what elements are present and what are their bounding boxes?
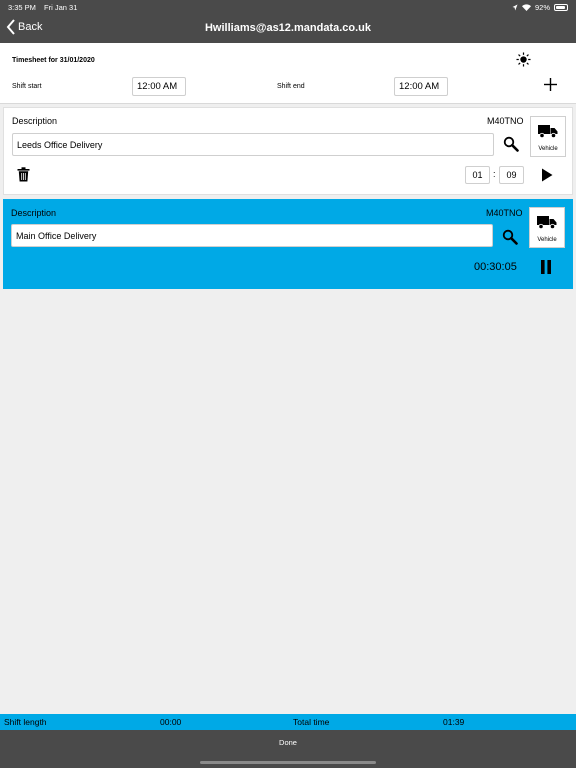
- home-indicator[interactable]: [200, 761, 376, 764]
- vehicle-button-label: Vehicle: [538, 146, 558, 152]
- wifi-icon: [521, 4, 531, 11]
- battery-level: [556, 6, 566, 9]
- nav-title: Hwilliams@as12.mandata.co.uk: [204, 22, 371, 34]
- description-label: Description: [12, 116, 58, 126]
- description-input[interactable]: Main Office Delivery: [11, 224, 493, 247]
- vehicle-code: M40TNO: [486, 208, 523, 218]
- description-label: Description: [11, 208, 57, 218]
- trash-icon[interactable]: [17, 167, 30, 182]
- search-icon[interactable]: [502, 229, 518, 245]
- elapsed-timer: 00:30:05: [474, 261, 517, 273]
- vehicle-button[interactable]: Vehicle: [529, 207, 565, 248]
- location-icon: [512, 4, 518, 11]
- status-bar: 3:35 PM Fri Jan 31 92%: [0, 0, 576, 14]
- shift-length-value: 00:00: [160, 717, 182, 727]
- nav-bar: Back Hwilliams@as12.mandata.co.uk: [0, 14, 576, 43]
- vehicle-button-label: Vehicle: [537, 237, 557, 243]
- status-right: 92%: [512, 3, 568, 12]
- shift-end-input[interactable]: 12:00 AM: [394, 77, 448, 96]
- done-button[interactable]: Done: [0, 738, 576, 747]
- pause-icon[interactable]: [539, 259, 553, 275]
- status-date: Fri Jan 31: [44, 3, 78, 12]
- timesheet-title: Timesheet for 31/01/2020: [12, 57, 95, 64]
- status-time: 3:35 PM: [8, 3, 36, 12]
- truck-icon: [538, 125, 558, 138]
- shift-start-label: Shift start: [12, 83, 42, 90]
- job-card: Description M40TNO Leeds Office Delivery…: [3, 107, 573, 195]
- vehicle-code: M40TNO: [487, 116, 524, 126]
- shift-length-label: Shift length: [4, 717, 47, 727]
- truck-icon: [537, 216, 557, 229]
- hours-input[interactable]: 01: [465, 166, 490, 184]
- shift-end-label: Shift end: [277, 83, 305, 90]
- play-icon[interactable]: [540, 167, 554, 183]
- total-time-value: 01:39: [443, 717, 465, 727]
- sun-icon[interactable]: [516, 52, 531, 67]
- summary-bar: Shift length 00:00 Total time 01:39: [0, 714, 576, 730]
- description-input[interactable]: Leeds Office Delivery: [12, 133, 494, 156]
- minutes-input[interactable]: 09: [499, 166, 524, 184]
- shift-start-input[interactable]: 12:00 AM: [132, 77, 186, 96]
- job-card-active: Description M40TNO Main Office Delivery …: [3, 199, 573, 289]
- time-separator: :: [493, 169, 496, 179]
- total-time-label: Total time: [293, 717, 330, 727]
- vehicle-button[interactable]: Vehicle: [530, 116, 566, 157]
- add-job-button[interactable]: [543, 77, 558, 92]
- bottom-bar: Done: [0, 730, 576, 768]
- timesheet-header: Timesheet for 31/01/2020 Shift start 12:…: [0, 43, 576, 104]
- battery-icon: [554, 4, 568, 11]
- status-left: 3:35 PM Fri Jan 31: [8, 3, 83, 12]
- search-icon[interactable]: [503, 136, 519, 152]
- battery-percent: 92%: [534, 3, 550, 12]
